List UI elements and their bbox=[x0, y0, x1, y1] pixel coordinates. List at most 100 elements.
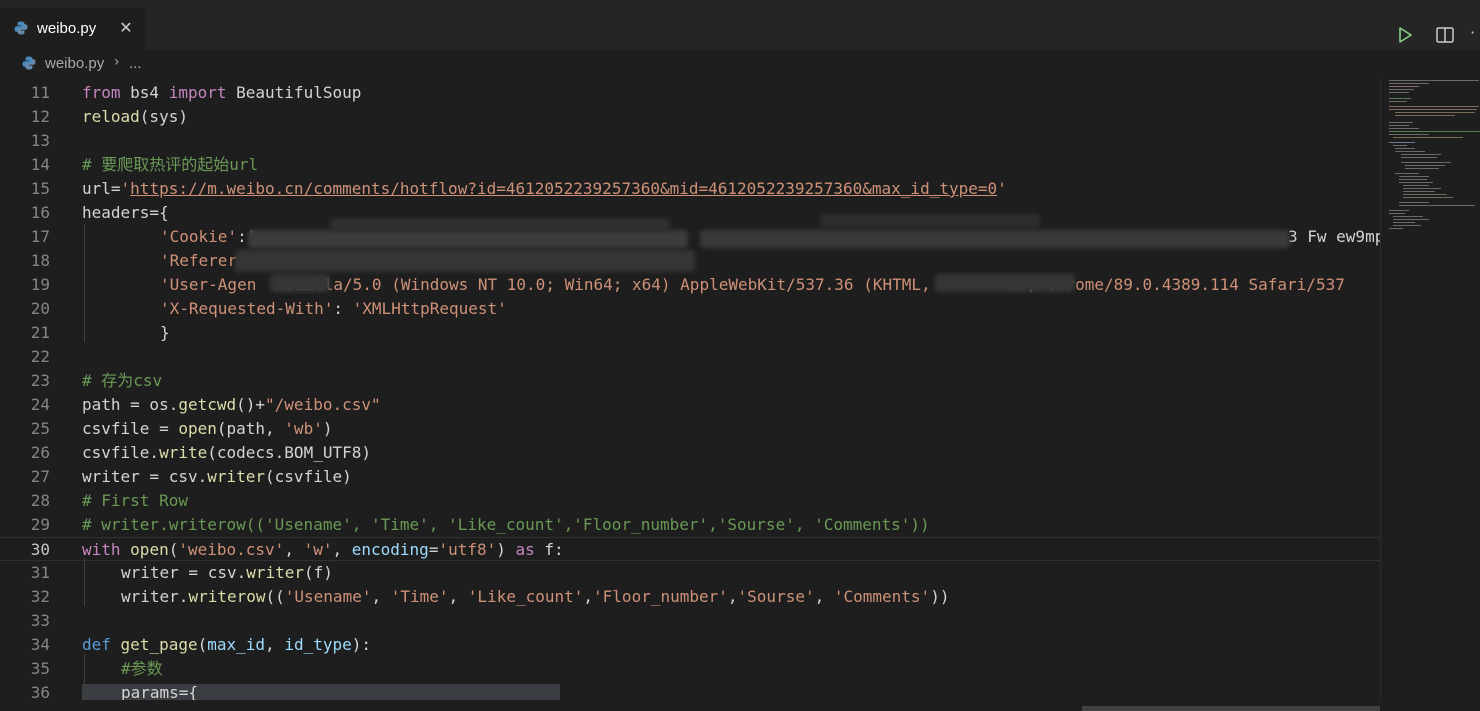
minimap-line bbox=[1395, 151, 1425, 152]
minimap-line bbox=[1389, 101, 1407, 102]
code-line: 27 writer = csv.writer(csvfile) bbox=[0, 465, 1380, 489]
code-line: 36 params={ bbox=[0, 681, 1380, 700]
cookie-tail: 3 Fw ew9mpO bbox=[1288, 227, 1380, 246]
minimap-line bbox=[1395, 112, 1475, 113]
code-text: from bs4 import BeautifulSoup bbox=[82, 83, 362, 102]
code-line: 14 # 要爬取热评的起始url bbox=[0, 153, 1380, 177]
line-number: 21 bbox=[30, 323, 50, 342]
code-editor[interactable]: 11 from bs4 import BeautifulSoup 12 relo… bbox=[0, 78, 1380, 700]
code-text: def get_page(max_id, id_type): bbox=[82, 635, 372, 654]
run-icon[interactable] bbox=[1396, 26, 1414, 44]
minimap[interactable] bbox=[1380, 78, 1480, 700]
horizontal-scrollbar[interactable] bbox=[0, 700, 1480, 711]
minimap-line bbox=[1393, 137, 1463, 138]
minimap-line bbox=[1389, 83, 1429, 84]
scrollbar-thumb[interactable] bbox=[1082, 706, 1380, 711]
line-number: 36 bbox=[30, 683, 50, 700]
window-top-strip bbox=[0, 0, 1480, 8]
code-text: writer.writerow(('Usename', 'Time', 'Lik… bbox=[121, 587, 950, 606]
code-line: 28 # First Row bbox=[0, 489, 1380, 513]
minimap-line bbox=[1393, 225, 1421, 226]
code-line: 16 headers={ bbox=[0, 201, 1380, 225]
line-number: 11 bbox=[30, 83, 50, 102]
code-text: 'Referer bbox=[160, 251, 238, 270]
minimap-line bbox=[1389, 106, 1479, 107]
tab-weibo-py[interactable]: weibo.py ✕ bbox=[0, 8, 145, 50]
minimap-line bbox=[1389, 142, 1415, 143]
redaction-blur bbox=[235, 250, 695, 272]
minimap-line bbox=[1389, 86, 1419, 87]
minimap-line bbox=[1399, 182, 1433, 183]
minimap-line bbox=[1405, 165, 1445, 166]
line-number: 15 bbox=[30, 179, 50, 198]
line-number: 32 bbox=[30, 587, 50, 606]
line-number: 18 bbox=[30, 251, 50, 270]
code-text: 'Cookie':' bbox=[160, 227, 256, 246]
code-line: 33 bbox=[0, 609, 1380, 633]
line-number: 22 bbox=[30, 347, 50, 366]
minimap-line bbox=[1401, 157, 1437, 158]
code-text: with open('weibo.csv', 'w', encoding='ut… bbox=[82, 540, 564, 559]
redaction-blur bbox=[330, 218, 670, 232]
code-line: 13 bbox=[0, 129, 1380, 153]
split-editor-icon[interactable] bbox=[1435, 25, 1455, 45]
code-line: 12 reload(sys) bbox=[0, 105, 1380, 129]
code-text: 'User-Agen Mozilla/5.0 (Windows NT 10.0;… bbox=[160, 275, 1345, 294]
minimap-line bbox=[1389, 134, 1429, 135]
line-number: 13 bbox=[30, 131, 50, 150]
minimap-line bbox=[1393, 216, 1423, 217]
minimap-line bbox=[1389, 92, 1409, 93]
line-number: 34 bbox=[30, 635, 50, 654]
python-file-icon bbox=[22, 56, 36, 70]
minimap-line bbox=[1395, 173, 1419, 174]
line-number: 12 bbox=[30, 107, 50, 126]
code-line-current: 30 with open('weibo.csv', 'w', encoding=… bbox=[0, 537, 1380, 561]
redaction-blur bbox=[820, 214, 1040, 228]
code-text: reload(sys) bbox=[82, 107, 188, 126]
line-number: 31 bbox=[30, 563, 50, 582]
minimap-line bbox=[1395, 115, 1455, 116]
close-icon[interactable]: ✕ bbox=[117, 19, 135, 37]
line-number: 27 bbox=[30, 467, 50, 486]
line-number: 16 bbox=[30, 203, 50, 222]
chevron-right-icon: › bbox=[114, 54, 120, 70]
code-line: 21 } bbox=[0, 321, 1380, 345]
minimap-line bbox=[1389, 128, 1419, 129]
line-number: 14 bbox=[30, 155, 50, 174]
code-comment: # First Row bbox=[82, 491, 188, 510]
minimap-line bbox=[1389, 98, 1411, 99]
minimap-line bbox=[1401, 154, 1441, 155]
code-line: 23 # 存为csv bbox=[0, 369, 1380, 393]
code-line: 29 # writer.writerow(('Usename', 'Time',… bbox=[0, 513, 1380, 537]
code-text: path = os.getcwd()+"/weibo.csv" bbox=[82, 395, 381, 414]
minimap-line bbox=[1405, 168, 1439, 169]
line-number: 28 bbox=[30, 491, 50, 510]
minimap-line bbox=[1389, 210, 1409, 211]
code-text: params={ bbox=[121, 683, 199, 700]
code-line: 22 bbox=[0, 345, 1380, 369]
code-text: writer = csv.writer(csvfile) bbox=[82, 467, 352, 486]
code-text: csvfile.write(codecs.BOM_UTF8) bbox=[82, 443, 371, 462]
line-number: 33 bbox=[30, 611, 50, 630]
minimap-line bbox=[1389, 228, 1403, 229]
line-number: 30 bbox=[30, 540, 50, 559]
code-line: 11 from bs4 import BeautifulSoup bbox=[0, 81, 1380, 105]
code-line: 20 'X-Requested-With': 'XMLHttpRequest' bbox=[0, 297, 1380, 321]
breadcrumb-symbols[interactable]: ... bbox=[129, 55, 142, 72]
minimap-line bbox=[1393, 145, 1407, 146]
minimap-line bbox=[1395, 148, 1415, 149]
breadcrumb-file[interactable]: weibo.py bbox=[45, 55, 104, 72]
code-line: 31 writer = csv.writer(f) bbox=[0, 561, 1380, 585]
line-number: 29 bbox=[30, 515, 50, 534]
minimap-line bbox=[1389, 213, 1405, 214]
minimap-line bbox=[1403, 185, 1429, 186]
line-number: 25 bbox=[30, 419, 50, 438]
minimap-line bbox=[1389, 131, 1480, 132]
redaction-blur bbox=[270, 274, 330, 292]
code-comment: # 要爬取热评的起始url bbox=[82, 155, 259, 174]
code-line: 35 #参数 bbox=[0, 657, 1380, 681]
line-number: 17 bbox=[30, 227, 50, 246]
more-actions-icon[interactable]: · bbox=[1470, 25, 1480, 44]
code-text: url='https://m.weibo.cn/comments/hotflow… bbox=[82, 179, 1007, 198]
redaction-blur bbox=[248, 230, 688, 248]
